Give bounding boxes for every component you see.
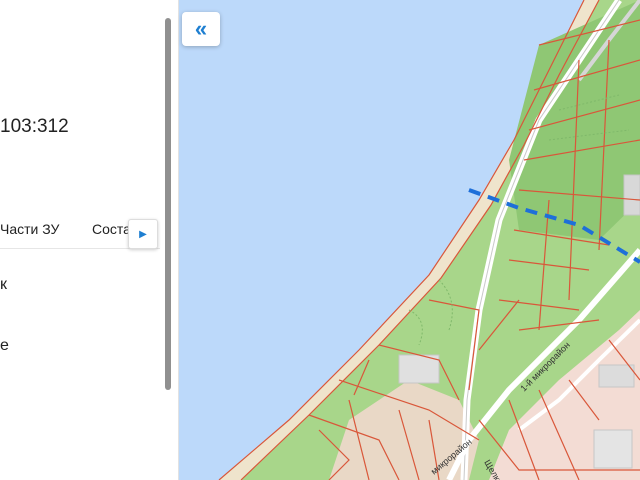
- map-canvas[interactable]: 1-й микрорайон микрорайон Щелкина: [179, 0, 640, 480]
- building: [598, 364, 635, 388]
- double-chevron-left-icon: «: [194, 16, 208, 41]
- cadastral-number: 103:312: [0, 116, 69, 137]
- tab-composition[interactable]: Соста: [92, 221, 131, 237]
- building: [623, 174, 640, 216]
- building: [593, 429, 633, 469]
- tab-scroll-right-button[interactable]: ▶: [128, 219, 158, 249]
- map-view[interactable]: 1-й микрорайон микрорайон Щелкина: [179, 0, 640, 480]
- text-fragment: е: [0, 337, 9, 354]
- triangle-right-icon: ▶: [139, 228, 147, 240]
- panel-scrollbar[interactable]: [165, 18, 171, 390]
- tab-parts[interactable]: Части ЗУ: [0, 221, 59, 237]
- text-fragment: к: [0, 276, 7, 293]
- building: [398, 354, 440, 384]
- info-panel: 103:312 Части ЗУ Соста ▶ к е: [0, 0, 179, 480]
- collapse-panel-button[interactable]: «: [182, 12, 220, 46]
